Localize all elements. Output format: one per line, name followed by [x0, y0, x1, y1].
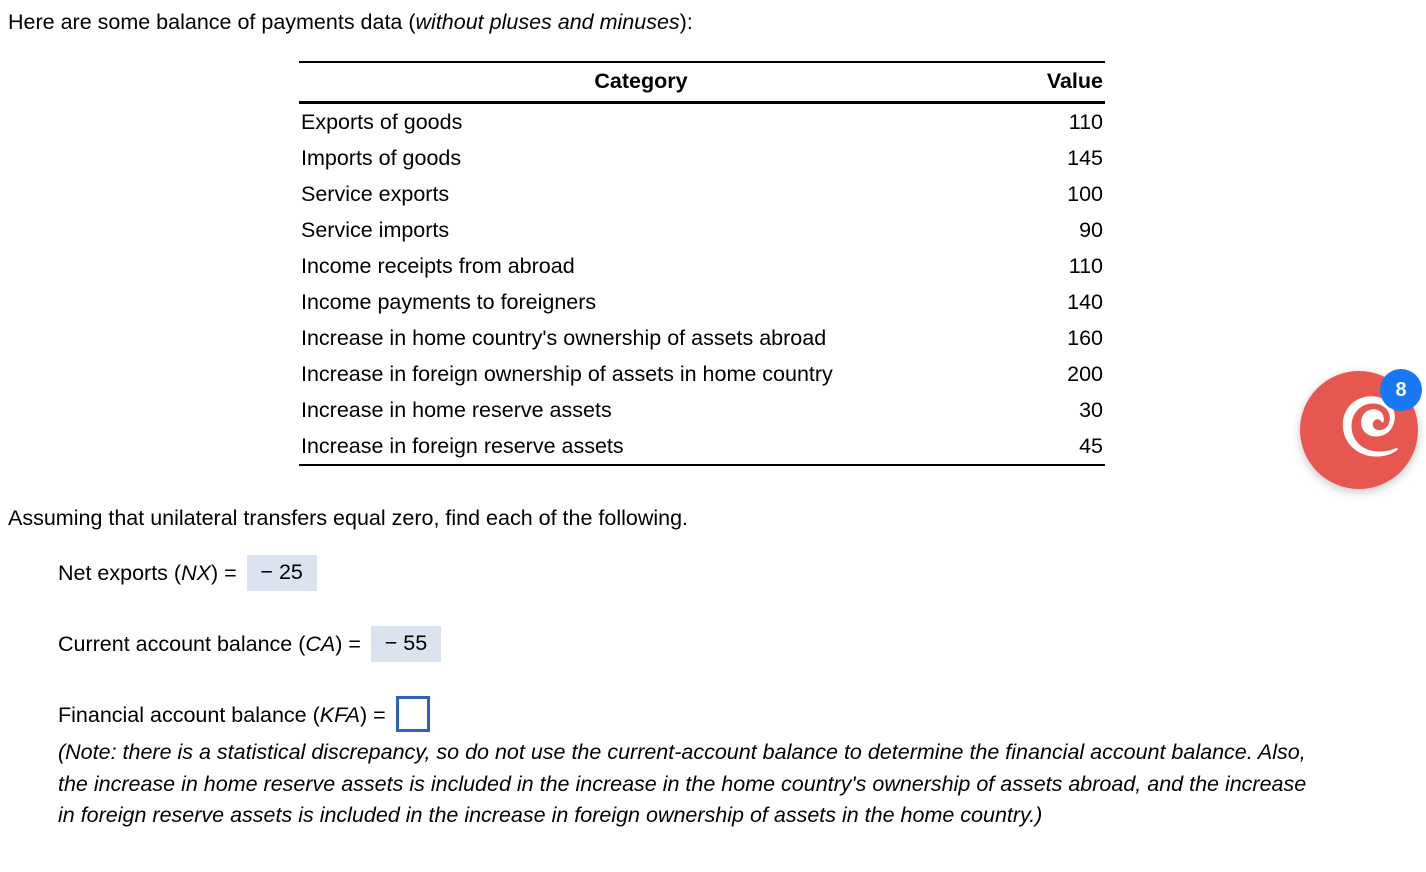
table-cell-category: Exports of goods: [301, 109, 463, 134]
current-account-answer-field[interactable]: − 55: [370, 626, 441, 662]
table-header: Category Value: [299, 61, 1105, 104]
table-cell-category: Income receipts from abroad: [301, 253, 575, 278]
table-cell-value: 110: [1068, 253, 1103, 278]
table-row: Increase in foreign reserve assets 45: [299, 428, 1105, 466]
table-row: Increase in foreign ownership of assets …: [299, 356, 1105, 392]
table-row: Increase in home country's ownership of …: [299, 320, 1105, 356]
net-exports-answer-field[interactable]: − 25: [246, 555, 317, 591]
table-header-row: Category Value: [299, 61, 1105, 104]
financial-account-symbol: KFA: [319, 703, 360, 727]
table-row: Imports of goods 145: [299, 140, 1105, 176]
table-cell-value: 200: [1067, 361, 1103, 386]
table-cell-category: Increase in foreign ownership of assets …: [301, 361, 833, 386]
table-cell-value: 110: [1068, 109, 1103, 134]
current-account-label: Current account balance (CA) =: [58, 630, 361, 658]
table-cell-category: Increase in home country's ownership of …: [301, 325, 827, 350]
table-body: Exports of goods 110 Imports of goods 145 Se…: [299, 103, 1105, 466]
net-exports-label-before: Net exports (: [58, 561, 182, 585]
column-header-value: Value: [983, 61, 1105, 104]
table-cell-category: Increase in home reserve assets: [301, 397, 612, 422]
intro-sentence: Here are some balance of payments data (…: [8, 8, 693, 36]
table-row: Exports of goods 110: [299, 103, 1105, 141]
note-text: (Note: there is a statistical discrepanc…: [58, 740, 1307, 827]
table-row: Income receipts from abroad 110: [299, 248, 1105, 284]
table-row: Income payments to foreigners 140: [299, 284, 1105, 320]
intro-emphasis: without pluses and minuses: [415, 10, 680, 34]
financial-account-label-before: Financial account balance (: [58, 703, 320, 727]
table-cell-value: 100: [1067, 181, 1103, 206]
table-cell-category: Service imports: [301, 217, 450, 242]
current-account-label-after: ) =: [335, 632, 361, 656]
net-exports-symbol: NX: [181, 561, 211, 585]
table-cell-value: 45: [983, 428, 1105, 466]
answer-row-financial-account: Financial account balance (KFA) =: [58, 696, 430, 734]
net-exports-label-after: ) =: [210, 561, 237, 585]
table-cell-category: Increase in foreign reserve assets: [299, 428, 983, 466]
table-cell-value: 145: [1067, 145, 1103, 170]
table-cell-category: Imports of goods: [301, 145, 462, 170]
financial-account-input[interactable]: [395, 696, 430, 732]
financial-account-label: Financial account balance (KFA) =: [58, 701, 386, 729]
table-cell-value: 90: [1079, 217, 1103, 242]
table-cell-value: 140: [1067, 289, 1103, 314]
balance-of-payments-table: Category Value Exports of goods 110 Import…: [299, 61, 1105, 466]
chat-unread-badge[interactable]: 8: [1380, 369, 1422, 411]
table-row: Service imports 90: [299, 212, 1105, 248]
instruction-text: Assuming that unilateral transfers equal…: [8, 506, 689, 530]
financial-account-label-after: ) =: [359, 703, 386, 727]
chat-help-widget[interactable]: 8: [1300, 369, 1422, 491]
table-cell-category: Service exports: [301, 181, 450, 206]
current-account-symbol: CA: [305, 632, 336, 656]
answer-row-net-exports: Net exports (NX) = − 25: [58, 555, 317, 591]
table-cell-category: Income payments to foreigners: [301, 289, 597, 314]
intro-text-after: ):: [679, 10, 693, 34]
net-exports-label: Net exports (NX) =: [58, 559, 237, 587]
table-row: Service exports 100: [299, 176, 1105, 212]
table-cell-value: 30: [1079, 397, 1103, 422]
intro-text-before: Here are some balance of payments data (: [8, 10, 416, 34]
column-header-category: Category: [299, 61, 983, 104]
current-account-label-before: Current account balance (: [58, 632, 306, 656]
table-row: Increase in home reserve assets 30: [299, 392, 1105, 428]
answer-row-current-account: Current account balance (CA) = − 55: [58, 626, 441, 662]
table-cell-value: 160: [1067, 325, 1103, 350]
